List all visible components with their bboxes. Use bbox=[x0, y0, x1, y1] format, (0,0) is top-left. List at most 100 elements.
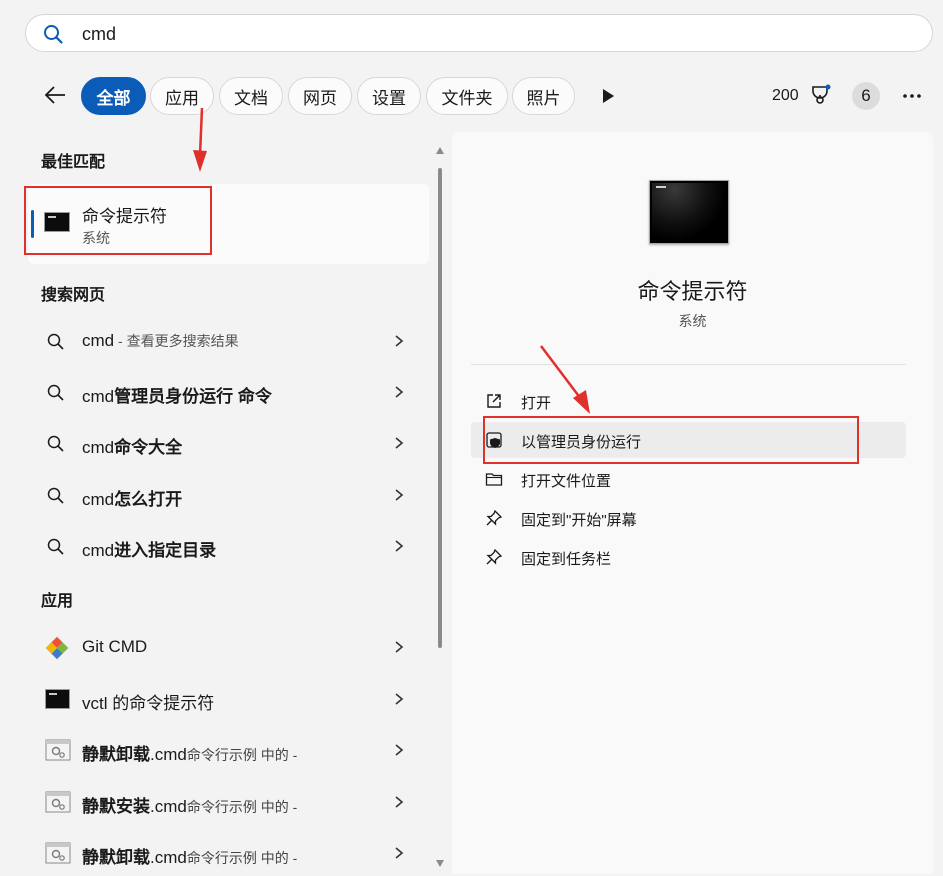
web-result-text: cmd命令大全 bbox=[82, 433, 182, 458]
file-name-match: 静默卸载 bbox=[82, 848, 150, 867]
cmd-icon bbox=[45, 689, 70, 709]
annotation-arrow-down bbox=[193, 107, 207, 172]
file-location: 命令行示例 中的 - bbox=[186, 850, 298, 866]
file-extension: .cmd bbox=[150, 745, 187, 764]
pin-icon bbox=[486, 548, 503, 565]
query-text: cmd bbox=[82, 438, 115, 457]
action-label: 打开 bbox=[521, 395, 552, 412]
apps-heading: 应用 bbox=[41, 593, 74, 610]
web-result-text: cmd - 查看更多搜索结果 bbox=[82, 331, 239, 351]
search-icon bbox=[47, 487, 64, 504]
filter-photos[interactable]: 照片 bbox=[512, 77, 575, 115]
app-result-text: 静默卸载.cmd命令行示例 中的 - bbox=[82, 740, 297, 765]
web-result-row[interactable]: cmd怎么打开 bbox=[28, 472, 433, 518]
app-result-row[interactable]: 静默卸载.cmd命令行示例 中的 - bbox=[28, 727, 433, 773]
rewards-icon[interactable] bbox=[808, 83, 832, 107]
app-result-text: Git CMD bbox=[82, 637, 147, 657]
pin-icon bbox=[486, 509, 503, 526]
query-text: cmd bbox=[82, 490, 115, 509]
file-location: 命令行示例 中的 - bbox=[186, 747, 298, 763]
action-label: 打开文件位置 bbox=[521, 473, 612, 490]
suggestion-text: 命令大全 bbox=[114, 438, 183, 457]
chevron-right-icon[interactable] bbox=[392, 538, 406, 554]
app-result-row[interactable]: 静默安装.cmd命令行示例 中的 - bbox=[28, 779, 433, 825]
file-extension: .cmd bbox=[150, 797, 187, 816]
search-icon bbox=[47, 333, 64, 350]
more-options-icon[interactable] bbox=[900, 84, 924, 108]
open-icon bbox=[487, 394, 501, 408]
script-icon bbox=[45, 791, 71, 813]
chevron-right-icon[interactable] bbox=[392, 794, 406, 810]
search-input[interactable] bbox=[80, 21, 904, 47]
action-label: 固定到任务栏 bbox=[521, 551, 612, 568]
annotation-box-run-as-admin bbox=[483, 416, 859, 464]
suggestion-text: 管理员身份运行 命令 bbox=[114, 387, 272, 406]
app-result-text: vctl 的命令提示符 bbox=[82, 689, 214, 714]
script-icon bbox=[45, 842, 71, 864]
action-pin-to-start[interactable]: 固定到"开始"屏幕 bbox=[471, 500, 906, 536]
detail-title: 命令提示符 bbox=[637, 279, 748, 304]
web-result-text: cmd怎么打开 bbox=[82, 485, 182, 510]
chevron-right-icon[interactable] bbox=[392, 845, 406, 861]
app-result-text: 静默安装.cmd命令行示例 中的 - bbox=[82, 792, 297, 817]
app-result-row[interactable]: vctl 的命令提示符 bbox=[28, 676, 433, 722]
file-location: 命令行示例 中的 - bbox=[186, 799, 298, 815]
chevron-right-icon[interactable] bbox=[392, 691, 406, 707]
git-icon bbox=[45, 636, 69, 660]
suggestion-text: 进入指定目录 bbox=[114, 541, 217, 560]
file-name-match: 静默安装 bbox=[82, 797, 150, 816]
best-match-heading: 最佳匹配 bbox=[41, 154, 106, 171]
query-text: cmd bbox=[82, 387, 115, 406]
web-result-text: cmd进入指定目录 bbox=[82, 536, 216, 561]
search-bar[interactable] bbox=[25, 14, 933, 52]
app-result-row[interactable]: Git CMD bbox=[28, 624, 433, 670]
divider bbox=[471, 364, 906, 365]
chevron-right-icon[interactable] bbox=[392, 639, 406, 655]
more-results-hint: - 查看更多搜索结果 bbox=[114, 333, 239, 349]
web-result-row[interactable]: cmd进入指定目录 bbox=[28, 523, 433, 569]
account-badge[interactable]: 6 bbox=[852, 82, 880, 110]
search-icon bbox=[44, 25, 63, 44]
file-extension: .cmd bbox=[150, 848, 187, 867]
script-icon bbox=[45, 739, 71, 761]
web-result-text: cmd管理员身份运行 命令 bbox=[82, 382, 272, 407]
filter-folders[interactable]: 文件夹 bbox=[426, 77, 508, 115]
web-result-row[interactable]: cmd命令大全 bbox=[28, 420, 433, 466]
web-search-heading: 搜索网页 bbox=[41, 287, 106, 304]
app-name: Git CMD bbox=[82, 637, 148, 656]
chevron-right-icon[interactable] bbox=[392, 487, 406, 503]
command-prompt-large-icon bbox=[649, 180, 729, 244]
web-result-row[interactable]: cmd - 查看更多搜索结果 bbox=[28, 318, 433, 364]
scrollbar-thumb[interactable] bbox=[438, 168, 442, 648]
app-result-row[interactable]: 静默卸载.cmd命令行示例 中的 - bbox=[28, 830, 433, 876]
file-name-match: 静默卸载 bbox=[82, 745, 150, 764]
suggestion-text: 怎么打开 bbox=[114, 490, 183, 509]
rewards-points: 200 bbox=[772, 87, 799, 104]
play-icon[interactable] bbox=[600, 87, 616, 105]
back-arrow-icon[interactable] bbox=[42, 82, 68, 108]
filter-documents[interactable]: 文档 bbox=[219, 77, 283, 115]
search-icon bbox=[47, 435, 64, 452]
filter-all[interactable]: 全部 bbox=[81, 77, 146, 115]
folder-icon bbox=[485, 473, 503, 486]
chevron-right-icon[interactable] bbox=[392, 384, 406, 400]
action-open[interactable]: 打开 bbox=[471, 383, 906, 419]
chevron-right-icon[interactable] bbox=[392, 333, 406, 349]
web-result-row[interactable]: cmd管理员身份运行 命令 bbox=[28, 369, 433, 415]
filter-apps[interactable]: 应用 bbox=[150, 77, 214, 115]
filter-web[interactable]: 网页 bbox=[288, 77, 352, 115]
annotation-box-best-match bbox=[24, 186, 212, 255]
search-icon bbox=[47, 538, 64, 555]
chevron-right-icon[interactable] bbox=[392, 435, 406, 451]
detail-subtitle: 系统 bbox=[678, 313, 707, 329]
action-open-file-location[interactable]: 打开文件位置 bbox=[471, 461, 906, 497]
filter-settings[interactable]: 设置 bbox=[357, 77, 421, 115]
chevron-right-icon[interactable] bbox=[392, 742, 406, 758]
action-label: 固定到"开始"屏幕 bbox=[521, 512, 637, 529]
app-name: vctl 的命令提示符 bbox=[82, 694, 215, 713]
action-pin-to-taskbar[interactable]: 固定到任务栏 bbox=[471, 539, 906, 575]
query-text: cmd bbox=[82, 331, 115, 350]
query-text: cmd bbox=[82, 541, 115, 560]
app-result-text: 静默卸载.cmd命令行示例 中的 - bbox=[82, 843, 297, 868]
search-icon bbox=[47, 384, 64, 401]
